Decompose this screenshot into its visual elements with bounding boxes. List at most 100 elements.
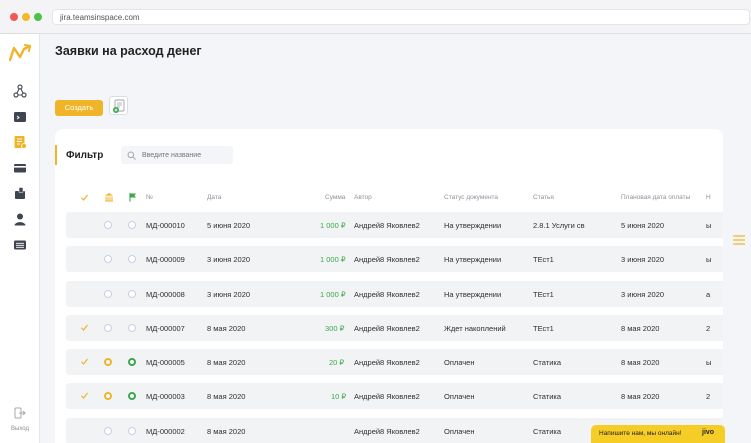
cell-article: Статика [533,392,562,401]
cell-extra: ы [706,255,712,264]
col-header-sum[interactable]: Сумма [325,194,345,201]
exit-icon [14,407,26,419]
status-ring [104,324,112,332]
check-icon[interactable] [80,357,89,366]
col-header-article[interactable]: Статья [533,194,554,201]
cell-status: На утверждении [444,290,502,299]
cell-extra: ы [706,221,712,230]
table-row[interactable]: МД-000008 3 июня 2020 1 000 ₽ Андрей8 Як… [66,281,723,307]
cell-date: 5 июня 2020 [207,221,251,230]
maximize-window-dot[interactable] [34,13,42,21]
table-row[interactable]: МД-000005 8 мая 2020 20 ₽ Андрей8 Яковле… [66,349,723,375]
excel-export-button[interactable] [109,96,128,115]
select-all-check-icon[interactable] [80,193,89,202]
cell-number: МД-000002 [146,427,185,436]
close-window-dot[interactable] [10,13,18,21]
cell-extra: а [706,290,711,299]
cell-article: Статика [533,427,562,436]
excel-export-icon [113,99,125,113]
cell-extra: 2 [706,324,711,333]
browser-toolbar: jira.teamsinspace.com [0,0,751,34]
col-header-status[interactable]: Статус документа [444,194,498,201]
hamburger-icon[interactable] [733,235,745,245]
check-icon[interactable] [80,391,89,400]
cell-author: Андрей8 Яковлев2 [354,255,420,264]
cell-sum: 20 ₽ [329,358,345,367]
filter-accent-bar [55,145,57,165]
address-bar[interactable]: jira.teamsinspace.com [52,9,750,25]
cell-extra: 2 [706,392,711,401]
document-rub-icon[interactable] [13,135,27,149]
cell-article: ТЕст1 [533,324,554,333]
cell-author: Андрей8 Яковлев2 [354,221,420,230]
cell-date: 3 июня 2020 [207,290,251,299]
status-ring [128,427,136,435]
page-title: Заявки на расход денег [55,44,202,58]
cell-article: Статика [533,358,562,367]
cell-sum: 1 000 ₽ [320,255,346,264]
flag-icon [129,193,136,202]
cell-status: Ждет накоплений [444,324,506,333]
triangle-nodes-icon[interactable] [13,84,27,98]
minimize-window-dot[interactable] [22,13,30,21]
cell-planned-date: 8 мая 2020 [621,358,660,367]
requests-card: Фильтр № Дата Сумма Автор Статус докумен… [55,129,723,443]
terminal-icon[interactable] [13,110,27,124]
cell-status: Оплачен [444,358,475,367]
table-row[interactable]: МД-000003 8 мая 2020 10 ₽ Андрей8 Яковле… [66,383,723,409]
cell-article: 2.8.1 Услуги св [533,221,585,230]
jivo-logo: jivo [702,429,715,436]
cell-number: МД-000008 [146,290,185,299]
logo-icon[interactable] [9,43,31,63]
cell-author: Андрей8 Яковлев2 [354,324,420,333]
sidebar: Выход [0,34,40,443]
cell-number: МД-000003 [146,392,185,401]
check-icon[interactable] [80,323,89,332]
cell-extra: ы [706,358,712,367]
col-header-extra[interactable]: Н [706,194,711,201]
table-row[interactable]: МД-000007 8 мая 2020 300 ₽ Андрей8 Яковл… [66,315,723,341]
cell-number: МД-000005 [146,358,185,367]
status-ring [128,290,136,298]
status-ring [104,427,112,435]
cell-status: Оплачен [444,392,475,401]
cell-author: Андрей8 Яковлев2 [354,358,420,367]
cell-planned-date: 3 июня 2020 [621,255,665,264]
user-icon[interactable] [13,212,27,226]
col-header-number[interactable]: № [146,194,153,201]
status-ring [128,324,136,332]
chat-widget[interactable]: Напишите нам, мы онлайн! jivo [591,425,725,443]
cell-status: Оплачен [444,427,475,436]
credit-card-icon[interactable] [13,161,27,175]
exit-label: Выход [11,426,29,432]
status-ring-paid [104,358,112,366]
list-card-icon[interactable] [13,238,27,252]
cell-article: ТЕст1 [533,290,554,299]
status-ring [104,221,112,229]
search-input[interactable] [121,146,233,164]
cell-planned-date: 8 мая 2020 [621,392,660,401]
col-header-planned-date[interactable]: Плановая дата оплаты [621,194,690,201]
col-header-author[interactable]: Автор [354,194,372,201]
col-header-date[interactable]: Дата [207,194,221,201]
table-row[interactable]: МД-000010 5 июня 2020 1 000 ₽ Андрей8 Як… [66,212,723,238]
cell-status: На утверждении [444,221,502,230]
cell-date: 8 мая 2020 [207,324,246,333]
cell-number: МД-000010 [146,221,185,230]
create-button[interactable]: Создать [55,100,103,116]
table-row[interactable]: МД-000009 3 июня 2020 1 000 ₽ Андрей8 Як… [66,246,723,272]
cell-planned-date: 5 июня 2020 [621,221,665,230]
cell-sum: 1 000 ₽ [320,290,346,299]
cell-status: На утверждении [444,255,502,264]
cell-date: 8 мая 2020 [207,392,246,401]
cell-article: ТЕст1 [533,255,554,264]
filter-title: Фильтр [66,150,104,161]
wallet-icon[interactable] [13,186,27,200]
exit-button[interactable]: Выход [6,406,34,432]
status-ring-approved [128,392,136,400]
cell-planned-date: 8 мая 2020 [621,324,660,333]
chat-widget-text: Напишите нам, мы онлайн! [599,430,682,437]
cell-number: МД-000007 [146,324,185,333]
bank-icon [105,193,113,202]
cell-date: 8 мая 2020 [207,427,246,436]
